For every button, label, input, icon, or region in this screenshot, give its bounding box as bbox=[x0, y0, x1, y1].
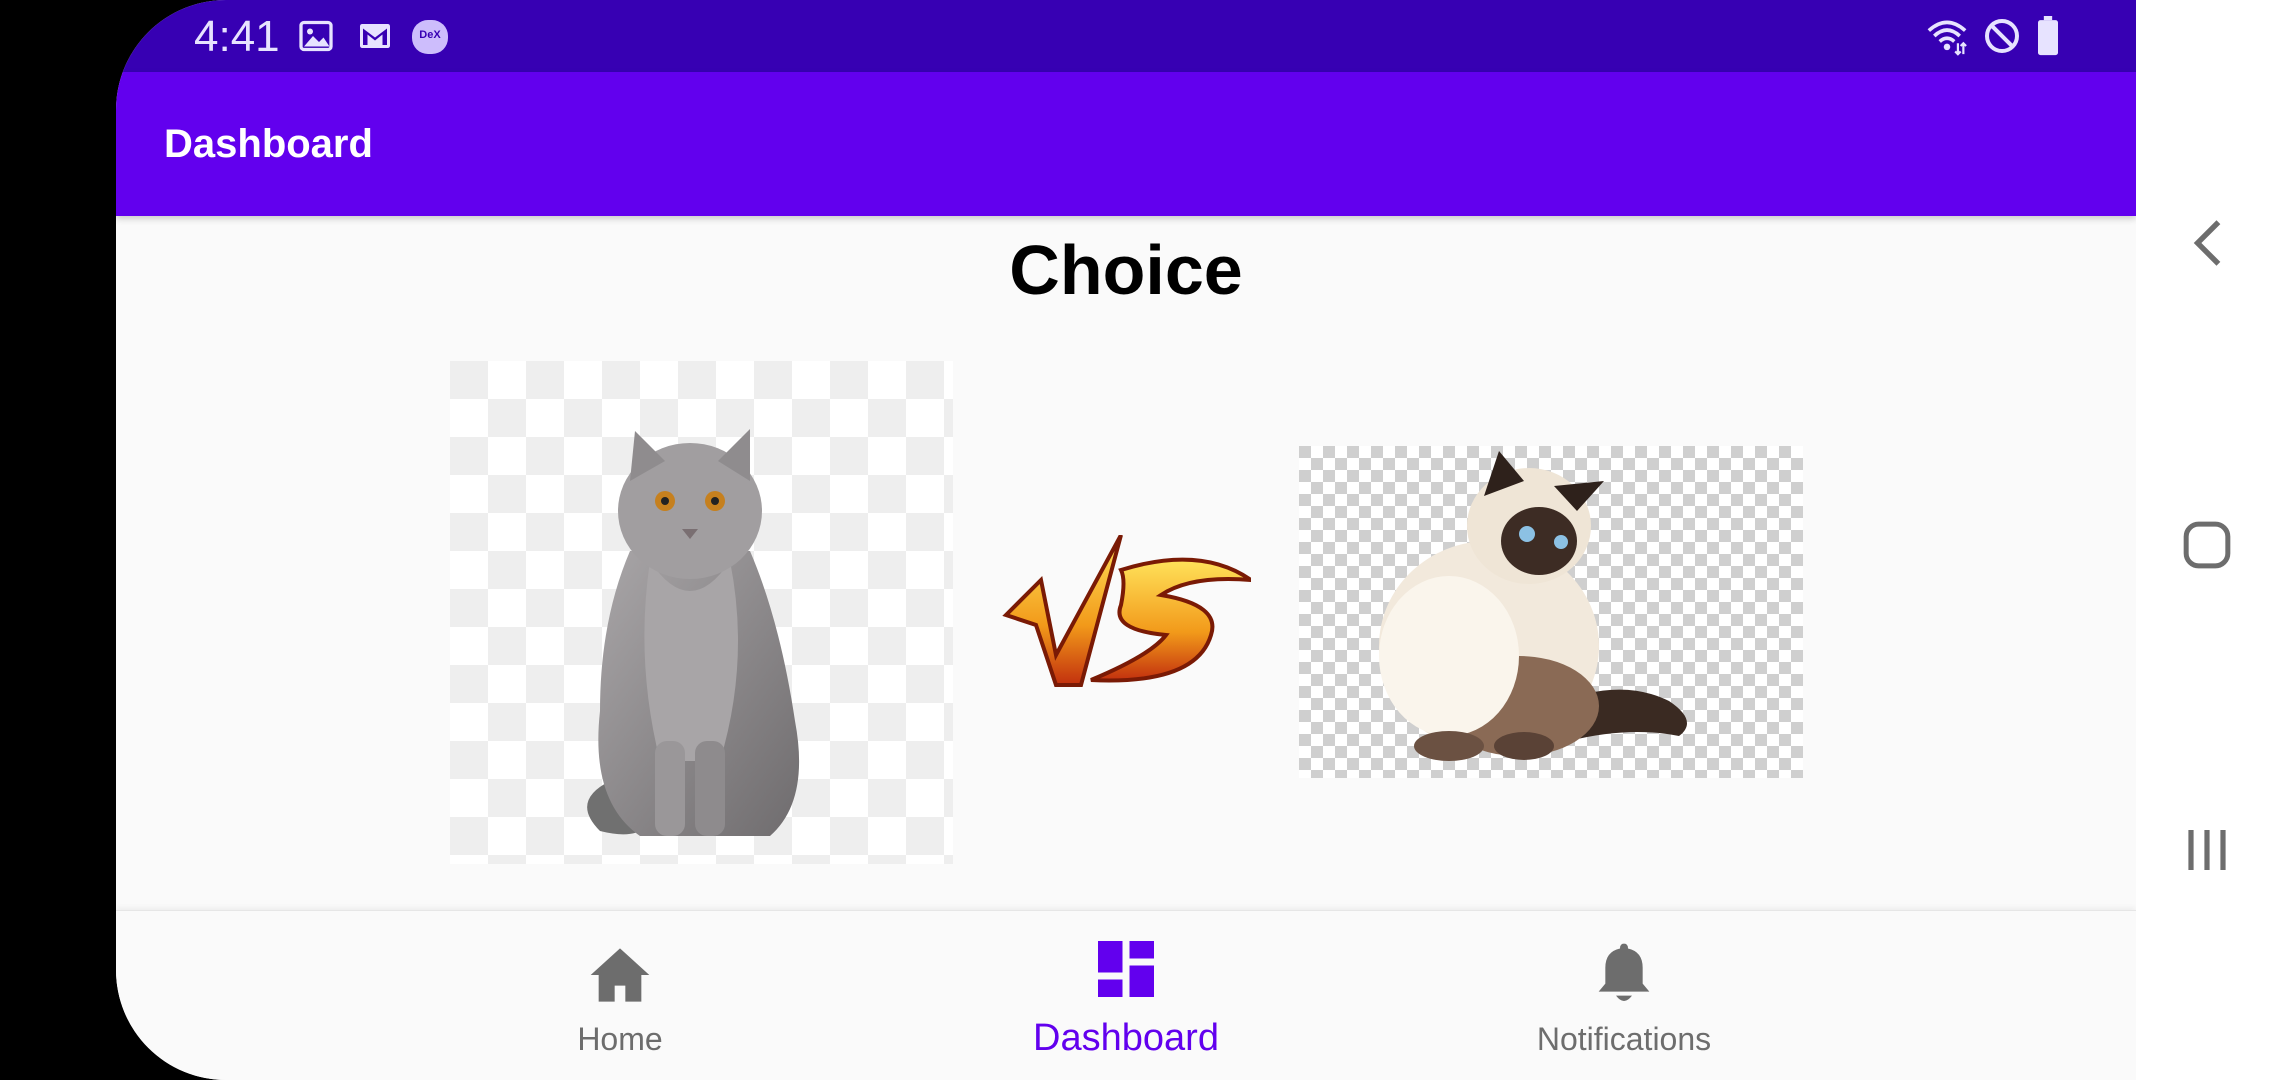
nav-notifications[interactable]: Notifications bbox=[1444, 911, 1804, 1080]
back-icon[interactable] bbox=[2186, 218, 2230, 273]
recents-icon[interactable] bbox=[2184, 826, 2230, 879]
himalayan-cat-image[interactable] bbox=[1299, 446, 1803, 778]
status-bar: 4:41 DeX bbox=[116, 0, 2136, 72]
do-not-disturb-icon bbox=[1982, 16, 2022, 61]
dex-label: DeX bbox=[419, 29, 441, 41]
app-bar-title: Dashboard bbox=[164, 122, 373, 166]
app-bar: Dashboard bbox=[116, 72, 2136, 216]
nav-dashboard-label: Dashboard bbox=[1033, 1017, 1219, 1059]
nav-dashboard[interactable]: Dashboard bbox=[946, 911, 1306, 1080]
choice-heading: Choice bbox=[1009, 231, 1243, 309]
bell-icon bbox=[1598, 943, 1650, 1001]
vs-logo bbox=[1001, 534, 1259, 695]
battery-icon bbox=[2034, 16, 2062, 61]
nav-home[interactable]: Home bbox=[440, 911, 800, 1080]
app-screen: 4:41 DeX Dashboard Choice Home Dashboard… bbox=[116, 0, 2136, 1080]
status-time: 4:41 bbox=[194, 12, 280, 61]
gmail-icon bbox=[356, 18, 394, 59]
home-square-icon[interactable] bbox=[2182, 520, 2232, 575]
dex-icon: DeX bbox=[412, 20, 448, 59]
wifi-icon bbox=[1924, 16, 1970, 61]
nav-notifications-label: Notifications bbox=[1536, 1021, 1712, 1057]
gallery-icon bbox=[298, 18, 334, 59]
home-icon bbox=[590, 948, 650, 1002]
bottom-navigation: Home Dashboard Notifications bbox=[116, 910, 2136, 1080]
system-navigation-bar bbox=[2136, 0, 2280, 1080]
dashboard-icon bbox=[1098, 941, 1154, 997]
grey-cat-image[interactable] bbox=[450, 361, 953, 864]
nav-home-label: Home bbox=[577, 1021, 663, 1057]
